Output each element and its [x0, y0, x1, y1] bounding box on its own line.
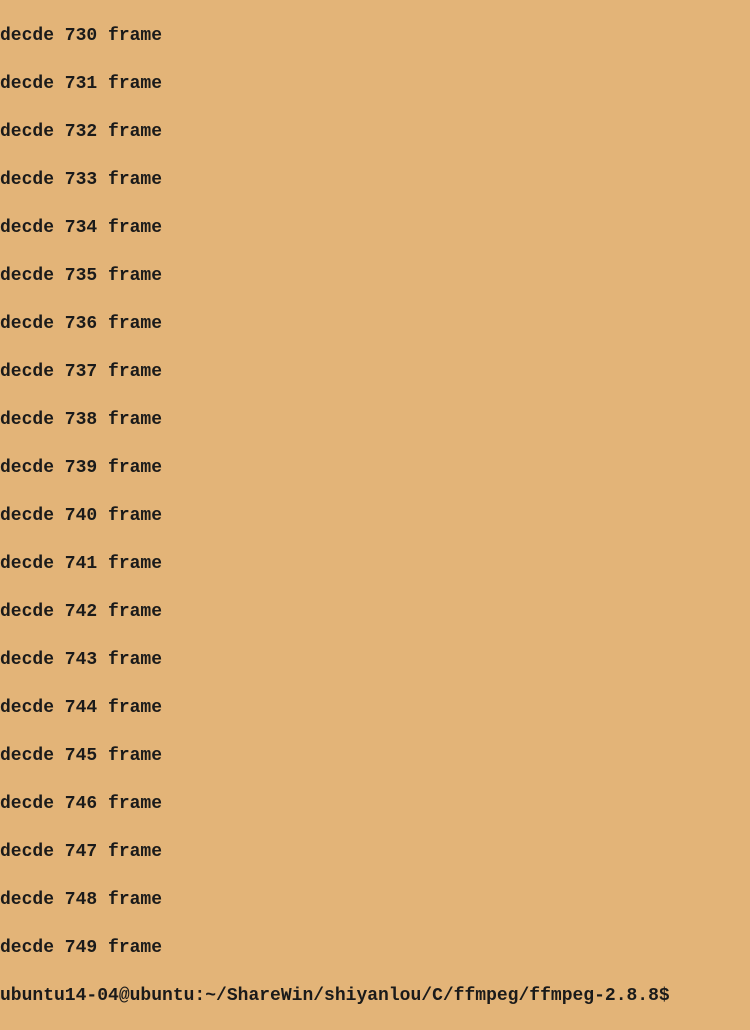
output-line: decde 746 frame: [0, 792, 750, 816]
output-line: decde 741 frame: [0, 552, 750, 576]
shell-prompt: ubuntu14-04@ubuntu:~/ShareWin/shiyanlou/…: [0, 986, 670, 1006]
output-line: decde 748 frame: [0, 888, 750, 912]
output-line: decde 734 frame: [0, 216, 750, 240]
output-line: decde 732 frame: [0, 120, 750, 144]
output-line: decde 745 frame: [0, 744, 750, 768]
output-line: decde 749 frame: [0, 936, 750, 960]
output-line: decde 733 frame: [0, 168, 750, 192]
output-line: decde 743 frame: [0, 648, 750, 672]
terminal[interactable]: decde 730 frame decde 731 frame decde 73…: [0, 0, 750, 1030]
output-line: decde 731 frame: [0, 72, 750, 96]
output-line: decde 744 frame: [0, 696, 750, 720]
output-line: decde 730 frame: [0, 24, 750, 48]
output-line: decde 740 frame: [0, 504, 750, 528]
output-line: decde 738 frame: [0, 408, 750, 432]
output-line: decde 736 frame: [0, 312, 750, 336]
output-line: decde 735 frame: [0, 264, 750, 288]
output-line: decde 742 frame: [0, 600, 750, 624]
output-line: decde 739 frame: [0, 456, 750, 480]
prompt-line: ubuntu14-04@ubuntu:~/ShareWin/shiyanlou/…: [0, 984, 750, 1008]
output-line: decde 737 frame: [0, 360, 750, 384]
output-line: decde 747 frame: [0, 840, 750, 864]
